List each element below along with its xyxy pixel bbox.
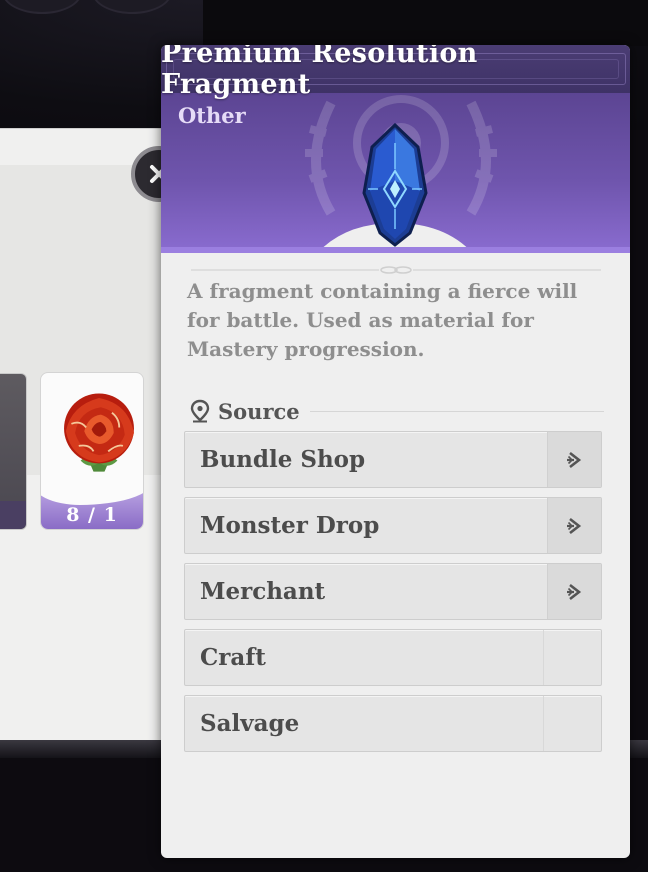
background-strip [203,0,648,46]
source-option-label: Merchant [200,578,326,605]
source-edge [543,630,601,685]
source-option-label: Craft [200,644,266,671]
source-salvage-button[interactable]: Salvage [184,695,602,752]
location-pin-icon [190,399,210,423]
item-tooltip: Premium Resolution Fragment Other A frag… [161,45,630,858]
ornament-divider [191,266,601,274]
item-title: Premium Resolution Fragment [161,45,478,100]
source-option-label: Bundle Shop [200,446,366,473]
source-bundle-shop-button[interactable]: Bundle Shop [184,431,602,488]
source-label: Source [218,398,300,424]
blue-crystal-fragment-icon [362,123,428,247]
goto-arrow-icon[interactable] [547,498,601,553]
item-description: A fragment containing a fierce will for … [187,279,578,361]
header-strip [161,247,630,253]
source-merchant-button[interactable]: Merchant [184,563,602,620]
red-rose-icon [64,393,134,472]
source-craft-button[interactable]: Craft [184,629,602,686]
item-card-partial[interactable] [0,373,27,530]
goto-arrow-icon[interactable] [547,432,601,487]
source-option-label: Salvage [200,710,300,737]
source-edge [543,696,601,751]
tooltip-header: Other [161,93,630,253]
item-count: 8 / 1 [66,504,118,526]
source-option-label: Monster Drop [200,512,380,539]
tooltip-title-bar: Premium Resolution Fragment [161,45,630,100]
item-card[interactable]: 8 / 1 [40,372,144,530]
goto-arrow-icon[interactable] [547,564,601,619]
item-category: Other [178,103,246,128]
source-rule [309,410,604,412]
source-monster-drop-button[interactable]: Monster Drop [184,497,602,554]
source-heading: Source [190,397,604,425]
